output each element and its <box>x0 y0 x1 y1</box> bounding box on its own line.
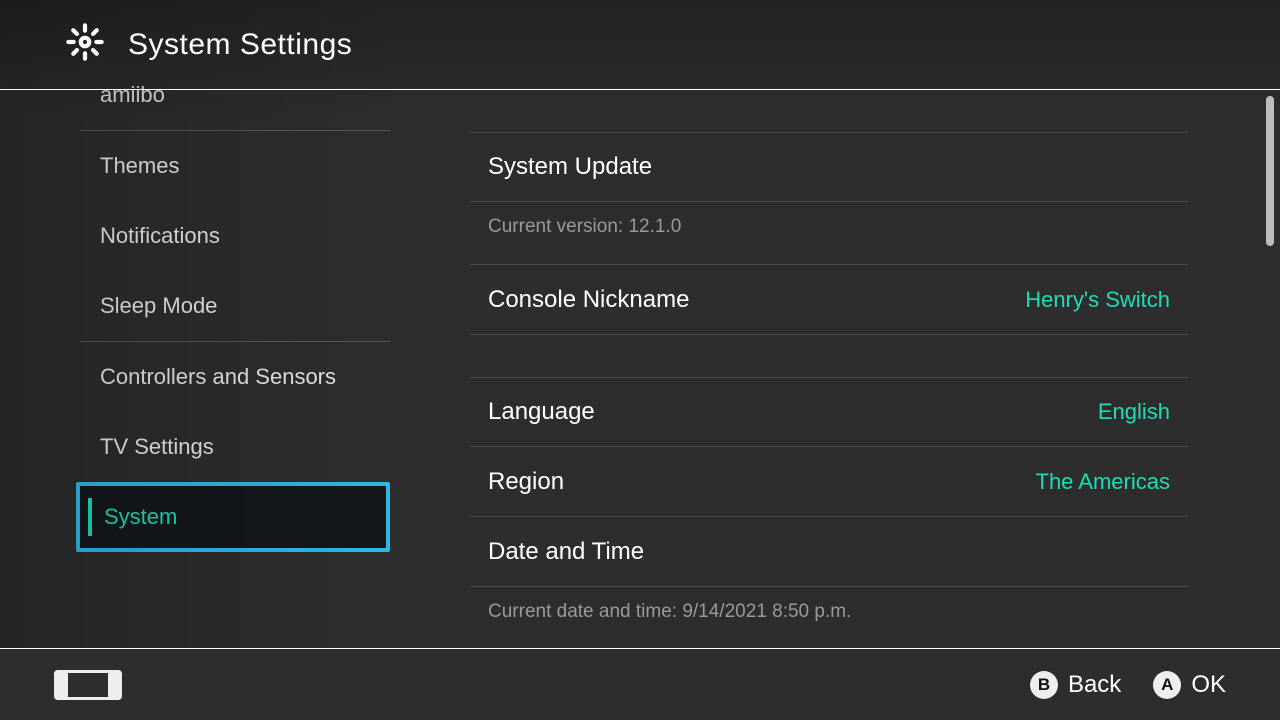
row-system-update[interactable]: System Update <box>470 132 1188 202</box>
system-update-subtext: Current version: 12.1.0 <box>470 202 1188 265</box>
row-region[interactable]: Region The Americas <box>470 447 1188 517</box>
row-label: Date and Time <box>488 538 644 566</box>
settings-detail-panel: System Update Current version: 12.1.0 Co… <box>470 90 1188 648</box>
scrollbar[interactable] <box>1266 96 1274 642</box>
row-value: English <box>1098 399 1170 425</box>
header: System Settings <box>0 0 1280 90</box>
back-label: Back <box>1068 671 1121 699</box>
footer: B Back A OK <box>0 648 1280 720</box>
sidebar-item-tv-settings[interactable]: TV Settings <box>80 412 410 482</box>
row-language[interactable]: Language English <box>470 377 1188 447</box>
settings-sidebar: amiibo Themes Notifications Sleep Mode C… <box>0 60 410 650</box>
row-label: System Update <box>488 153 652 181</box>
b-button-icon: B <box>1030 671 1058 699</box>
row-console-nickname[interactable]: Console Nickname Henry's Switch <box>470 265 1188 335</box>
gear-icon <box>64 21 128 68</box>
row-value: The Americas <box>1036 469 1171 495</box>
sidebar-item-label: Notifications <box>100 223 220 249</box>
a-button-icon: A <box>1153 671 1181 699</box>
row-date-and-time[interactable]: Date and Time <box>470 517 1188 587</box>
sidebar-item-notifications[interactable]: Notifications <box>80 201 410 271</box>
ok-button[interactable]: A OK <box>1153 671 1226 699</box>
sidebar-item-themes[interactable]: Themes <box>80 131 410 201</box>
sidebar-item-label: Sleep Mode <box>100 293 217 319</box>
page-title: System Settings <box>128 28 352 62</box>
scrollbar-thumb[interactable] <box>1266 96 1274 246</box>
back-button[interactable]: B Back <box>1030 671 1121 699</box>
sidebar-item-controllers-and-sensors[interactable]: Controllers and Sensors <box>80 342 410 412</box>
sidebar-item-system[interactable]: System <box>76 482 390 552</box>
sidebar-item-sleep-mode[interactable]: Sleep Mode <box>80 271 410 341</box>
controller-icon[interactable] <box>54 670 122 700</box>
row-label: Region <box>488 468 564 496</box>
sidebar-item-label: Themes <box>100 153 179 179</box>
row-label: Language <box>488 398 595 426</box>
row-label: Console Nickname <box>488 286 689 314</box>
date-time-subtext: Current date and time: 9/14/2021 8:50 p.… <box>470 587 1188 648</box>
sidebar-item-label: Controllers and Sensors <box>100 364 336 390</box>
row-value: Henry's Switch <box>1025 287 1170 313</box>
sidebar-item-label: TV Settings <box>100 434 214 460</box>
ok-label: OK <box>1191 671 1226 699</box>
sidebar-item-label: System <box>104 504 177 530</box>
